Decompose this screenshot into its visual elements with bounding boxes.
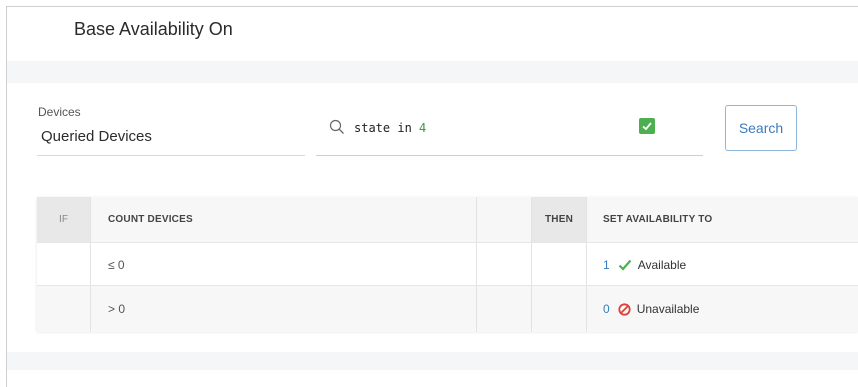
header-set-label: SET AVAILABILITY TO (603, 214, 713, 225)
search-query-value: 4 (419, 121, 427, 135)
status-label: Available (637, 257, 687, 272)
header-if: IF (37, 197, 91, 242)
status-available: Available (618, 258, 686, 272)
row-condition: > 0 (108, 302, 126, 316)
header-if-label: IF (59, 214, 68, 225)
row-set-cell: 1 Available (587, 243, 858, 286)
header-count: COUNT DEVICES (91, 197, 477, 242)
status-label: Unavailable (636, 302, 700, 316)
section-divider (7, 61, 858, 83)
section-divider-bottom (7, 352, 858, 370)
devices-underline (37, 155, 305, 156)
header-set: SET AVAILABILITY TO (587, 197, 858, 242)
table-header-row: IF COUNT DEVICES THEN SET AVAILABILITY T… (37, 197, 858, 242)
row-set-cell: 0 Unavailable (587, 286, 858, 332)
header-then: THEN (532, 197, 587, 242)
search-icon (329, 119, 345, 140)
prohibited-icon (618, 302, 631, 316)
availability-value-link[interactable]: 0 (603, 302, 610, 316)
search-button[interactable]: Search (725, 105, 797, 151)
row-condition-cell: ≤ 0 (91, 243, 477, 286)
row-condition-cell: > 0 (91, 286, 477, 332)
devices-select[interactable]: Queried Devices (41, 128, 152, 145)
page-title: Base Availability On (74, 19, 233, 39)
devices-label: Devices (38, 105, 81, 119)
checkmark-icon (642, 122, 652, 131)
search-query: state in 4 (354, 121, 426, 135)
availability-rules-table: IF COUNT DEVICES THEN SET AVAILABILITY T… (37, 197, 858, 332)
table-row: ≤ 0 1 Available (37, 242, 858, 286)
table-row: > 0 0 Unavailable (37, 285, 858, 332)
row-gap-cell (477, 243, 532, 286)
search-query-keyword: state in (354, 121, 420, 135)
check-icon (618, 259, 632, 271)
row-if-cell (37, 243, 91, 286)
row-condition: ≤ 0 (108, 257, 125, 272)
header-count-label: COUNT DEVICES (108, 214, 193, 225)
header-gap (477, 197, 532, 242)
row-then-cell (532, 243, 587, 286)
availability-value-link[interactable]: 1 (603, 258, 610, 272)
row-then-cell (532, 286, 587, 332)
row-if-cell (37, 286, 91, 332)
header-then-label: THEN (544, 214, 574, 225)
search-underline (316, 155, 703, 156)
row-gap-cell (477, 286, 532, 332)
query-valid-checkbox[interactable] (639, 118, 655, 134)
status-unavailable: Unavailable (618, 302, 700, 316)
